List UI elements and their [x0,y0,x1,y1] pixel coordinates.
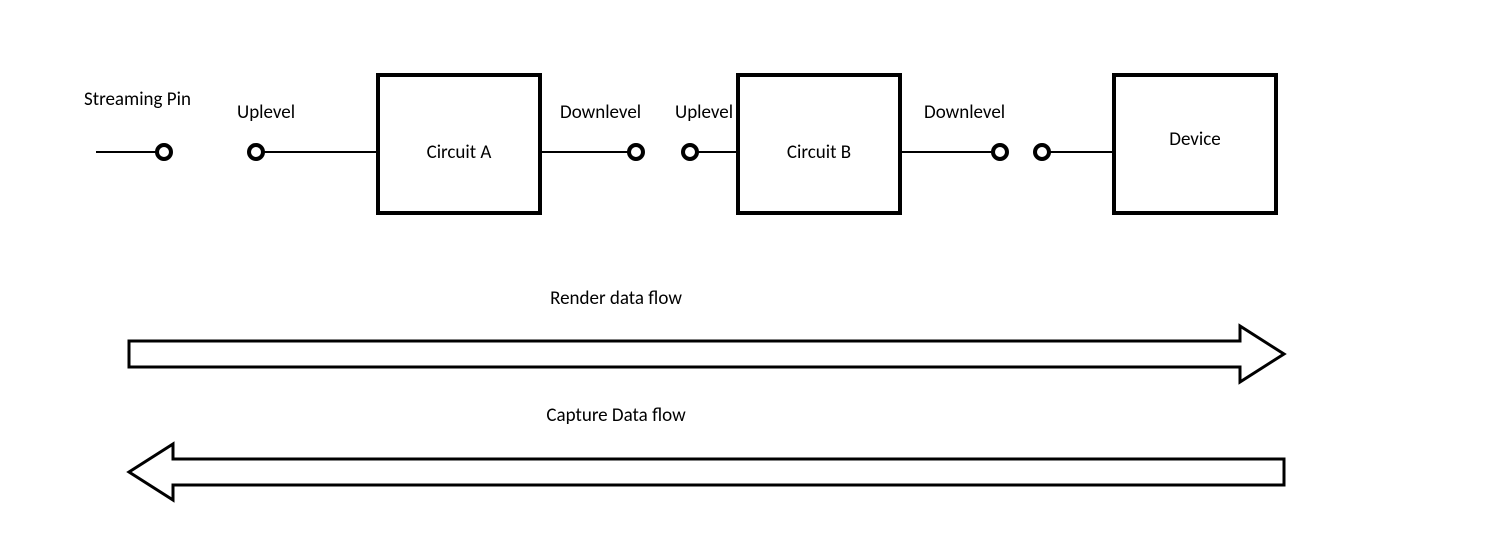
render-flow-label: Render data flow [550,287,682,310]
streaming-pin-dot [157,145,171,159]
render-arrow [129,326,1284,382]
device-input-dot [1035,145,1049,159]
uplevel-1-label: Uplevel [237,101,295,124]
uplevel-1-dot [249,145,263,159]
diagram-canvas [0,0,1488,555]
downlevel-2-dot [993,145,1007,159]
streaming-pin-label: Streaming Pin [84,88,191,111]
uplevel-2-label: Uplevel [675,101,733,124]
downlevel-1-label: Downlevel [560,101,641,124]
circuit-b-label: Circuit B [787,141,851,164]
capture-flow-label: Capture Data flow [546,404,685,427]
device-label: Device [1169,128,1220,151]
downlevel-2-label: Downlevel [924,101,1005,124]
capture-arrow [129,444,1284,500]
downlevel-1-dot [629,145,643,159]
uplevel-2-dot [683,145,697,159]
circuit-a-label: Circuit A [427,141,492,164]
